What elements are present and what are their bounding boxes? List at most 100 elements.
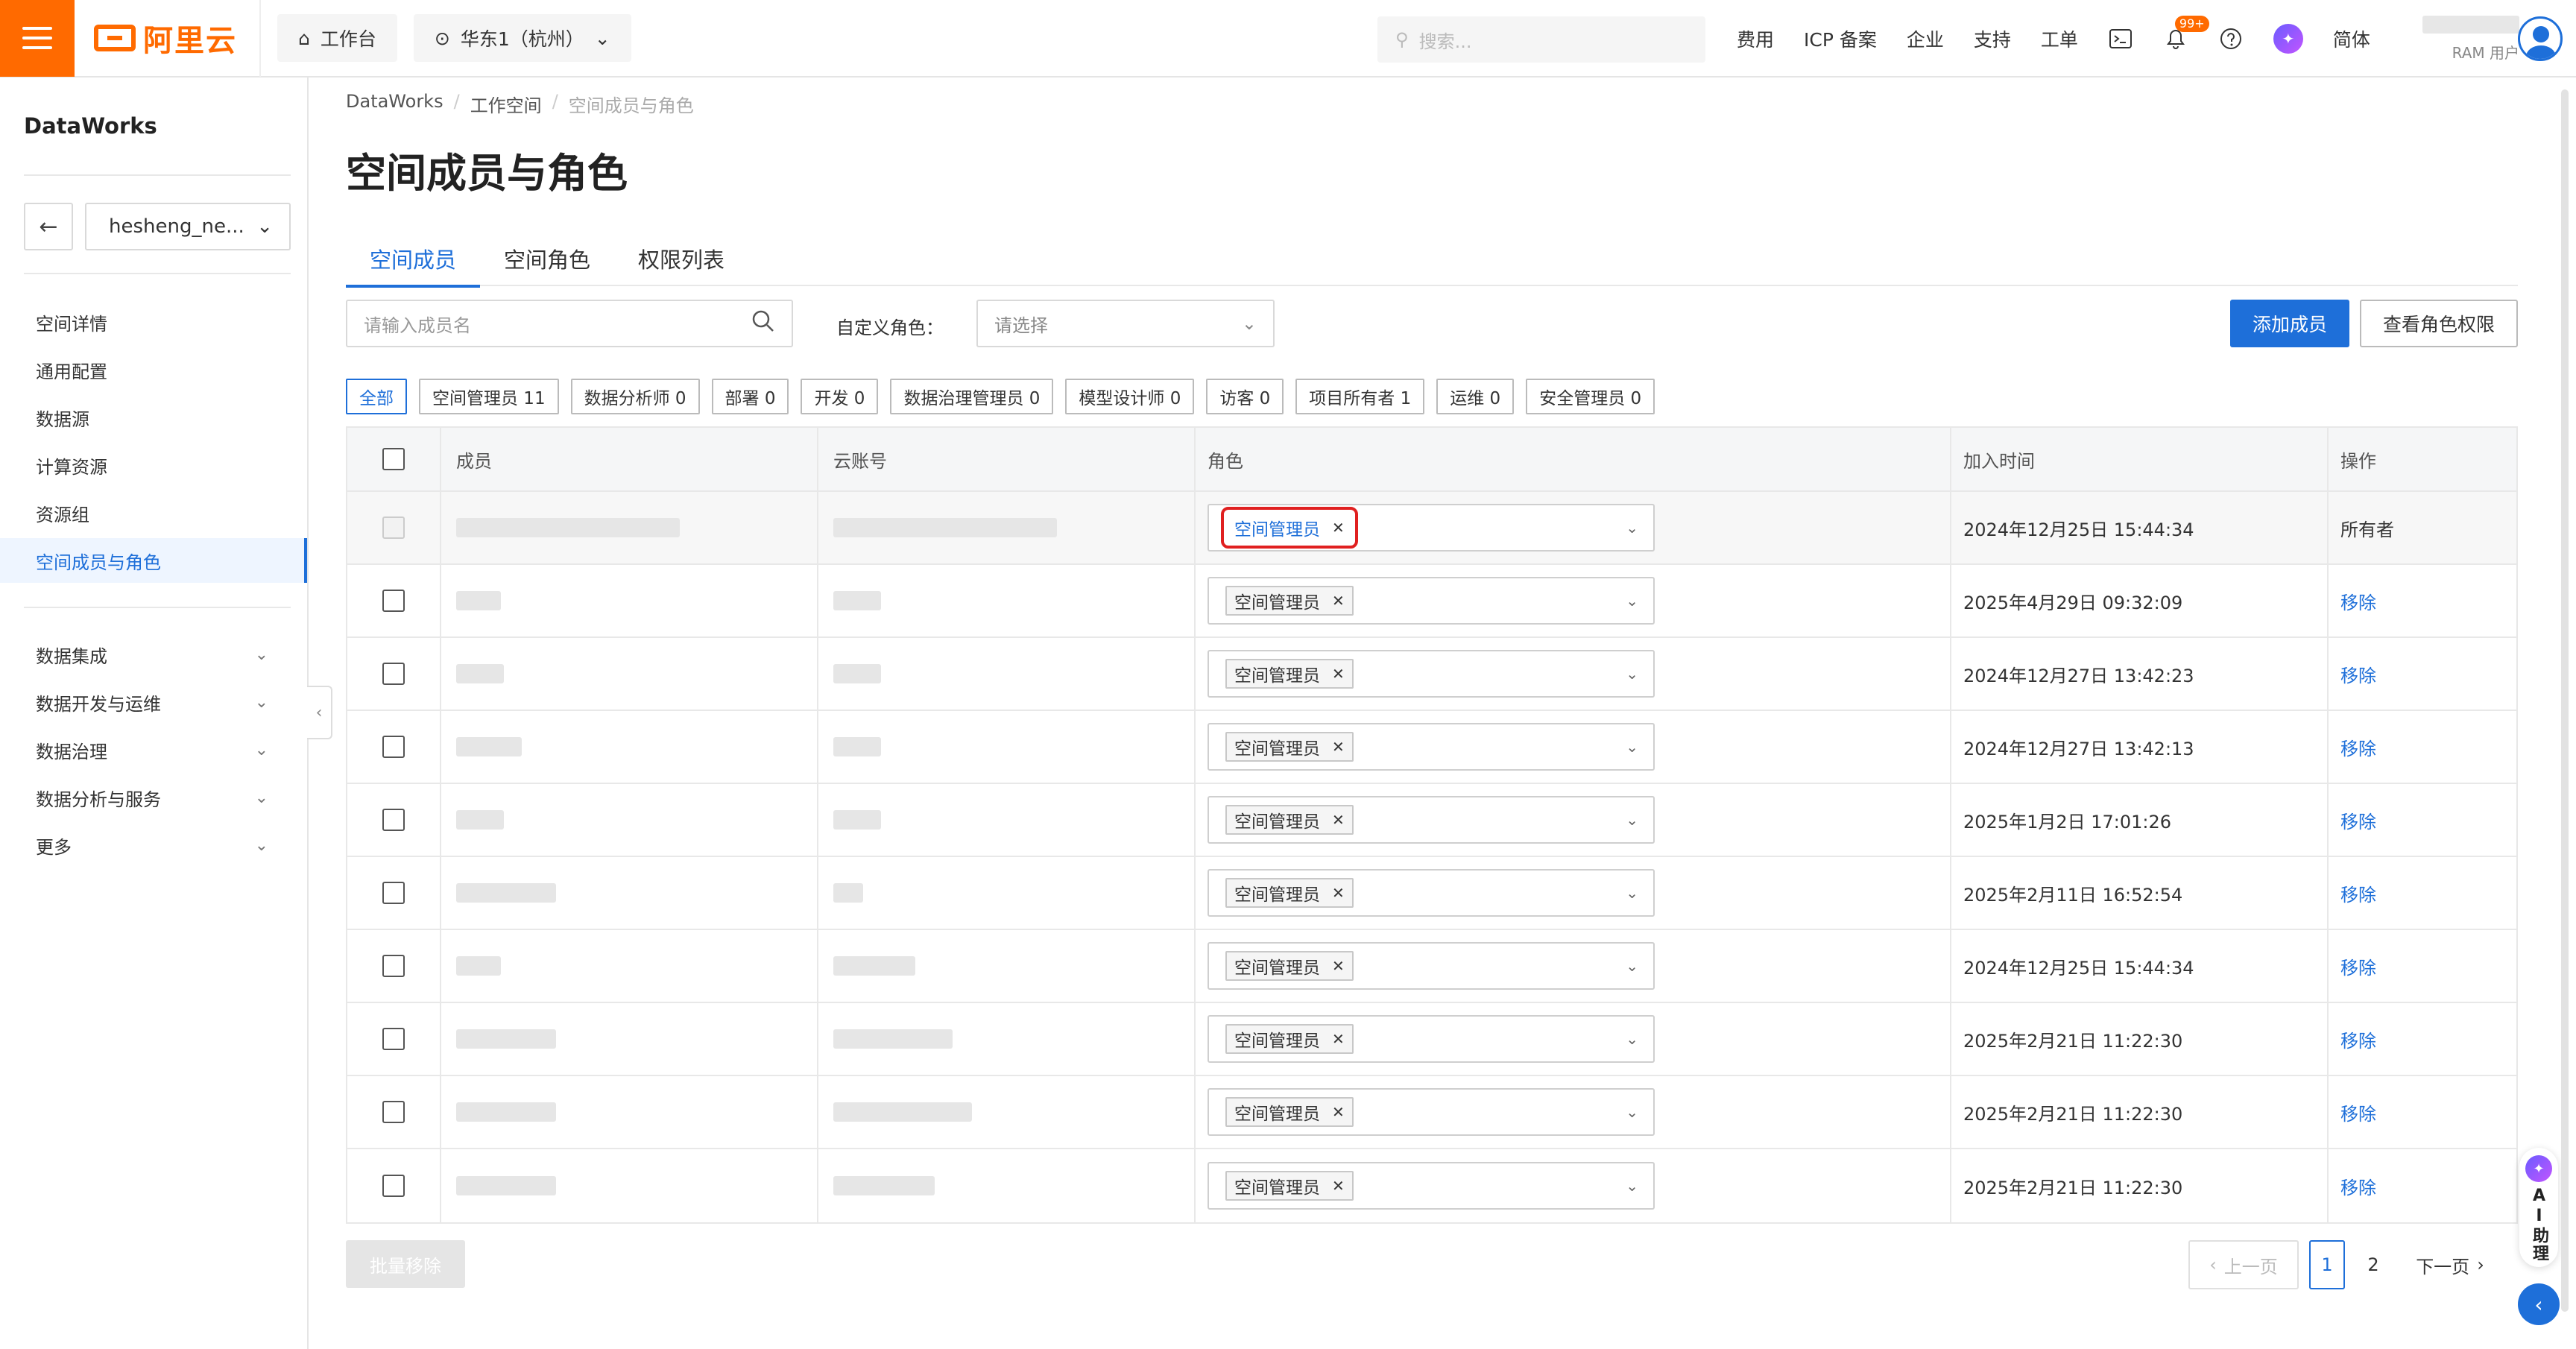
filter-model-designer[interactable]: 模型设计师 0 — [1065, 379, 1195, 414]
close-icon[interactable]: ✕ — [1332, 1177, 1345, 1195]
row-checkbox[interactable] — [382, 955, 405, 977]
back-arrow-button[interactable]: ← — [24, 203, 73, 250]
filter-developer[interactable]: 开发 0 — [801, 379, 879, 414]
sidebar-group-dev-ops[interactable]: 数据开发与运维 ⌄ — [0, 680, 307, 724]
close-icon[interactable]: ✕ — [1332, 592, 1345, 610]
role-select[interactable]: 空间管理员 ✕ ⌄ — [1208, 577, 1655, 625]
prev-page-button[interactable]: ‹ 上一页 — [2188, 1240, 2299, 1289]
top-link-icp[interactable]: ICP 备案 — [1804, 25, 1877, 52]
select-all-checkbox[interactable] — [382, 448, 405, 470]
role-tag[interactable]: 空间管理员 ✕ — [1225, 586, 1354, 616]
sidebar-group-governance[interactable]: 数据治理 ⌄ — [0, 727, 307, 772]
row-checkbox[interactable] — [382, 1028, 405, 1050]
terminal-icon[interactable] — [2108, 26, 2133, 51]
remove-link[interactable]: 移除 — [2340, 1026, 2376, 1052]
float-collapse-button[interactable]: ‹ — [2518, 1283, 2560, 1325]
role-tag[interactable]: 空间管理员 ✕ — [1225, 951, 1354, 981]
filter-space-admin[interactable]: 空间管理员 11 — [419, 379, 559, 414]
role-select[interactable]: 空间管理员 ✕ ⌄ — [1208, 650, 1655, 698]
sidebar-item-resource-group[interactable]: 资源组 — [0, 490, 307, 535]
filter-governance-admin[interactable]: 数据治理管理员 0 — [890, 379, 1054, 414]
row-checkbox[interactable] — [382, 809, 405, 831]
view-role-permissions-button[interactable]: 查看角色权限 — [2360, 300, 2518, 347]
bell-icon[interactable]: 99+ — [2163, 16, 2209, 51]
role-select[interactable]: 空间管理员 ✕ ⌄ — [1208, 723, 1655, 771]
breadcrumb-item[interactable]: DataWorks — [346, 91, 443, 117]
custom-role-select[interactable]: 请选择 ⌄ — [976, 300, 1275, 347]
top-link-ticket[interactable]: 工单 — [2041, 25, 2078, 52]
close-icon[interactable]: ✕ — [1332, 738, 1345, 756]
sidebar-group-analysis-service[interactable]: 数据分析与服务 ⌄ — [0, 775, 307, 820]
remove-link[interactable]: 移除 — [2340, 734, 2376, 760]
tab-members[interactable]: 空间成员 — [346, 231, 481, 288]
search-icon[interactable] — [751, 309, 775, 338]
page-scrollbar[interactable] — [2561, 89, 2569, 1312]
page-2-button[interactable]: 2 — [2355, 1240, 2391, 1289]
global-search-input[interactable]: ⚲ 搜索... — [1377, 16, 1705, 63]
role-tag[interactable]: 空间管理员 ✕ — [1225, 732, 1354, 762]
tab-permissions[interactable]: 权限列表 — [614, 231, 748, 286]
remove-link[interactable]: 移除 — [2340, 1173, 2376, 1199]
remove-link[interactable]: 移除 — [2340, 1099, 2376, 1125]
breadcrumb-item[interactable]: 工作空间 — [470, 91, 542, 117]
role-select[interactable]: 空间管理员 ✕ ⌄ — [1208, 942, 1655, 990]
role-select[interactable]: 空间管理员 ✕ ⌄ — [1208, 796, 1655, 844]
sidebar-item-compute-resources[interactable]: 计算资源 — [0, 443, 307, 487]
filter-all[interactable]: 全部 — [346, 379, 407, 414]
role-tag[interactable]: 空间管理员 ✕ — [1225, 659, 1354, 689]
region-selector[interactable]: ⊙ 华东1（杭州） ⌄ — [413, 14, 631, 62]
role-select[interactable]: 空间管理员 ✕ ⌄ — [1208, 869, 1655, 917]
sidebar-item-space-details[interactable]: 空间详情 — [0, 300, 307, 344]
remove-link[interactable]: 移除 — [2340, 588, 2376, 614]
sidebar-collapse-button[interactable]: ‹ — [307, 686, 332, 739]
remove-link[interactable]: 移除 — [2340, 807, 2376, 833]
filter-project-owner[interactable]: 项目所有者 1 — [1295, 379, 1425, 414]
close-icon[interactable]: ✕ — [1332, 957, 1345, 975]
sidebar-item-members-roles[interactable]: 空间成员与角色 — [0, 538, 307, 583]
role-tag[interactable]: 空间管理员 ✕ — [1225, 1171, 1354, 1201]
user-account[interactable]: RAM 用户 — [2385, 9, 2519, 69]
sidebar-group-more[interactable]: 更多 ⌄ — [0, 823, 307, 868]
row-checkbox[interactable] — [382, 663, 405, 685]
remove-link[interactable]: 移除 — [2340, 880, 2376, 906]
top-link-enterprise[interactable]: 企业 — [1907, 25, 1944, 52]
workbench-button[interactable]: ⌂ 工作台 — [277, 14, 397, 62]
role-select[interactable]: 空间管理员 ✕ ⌄ — [1208, 1015, 1655, 1063]
filter-deploy[interactable]: 部署 0 — [711, 379, 789, 414]
filter-data-analyst[interactable]: 数据分析师 0 — [570, 379, 700, 414]
close-icon[interactable]: ✕ — [1332, 665, 1345, 683]
avatar[interactable] — [2518, 16, 2563, 61]
batch-remove-button[interactable]: 批量移除 — [346, 1240, 465, 1288]
language-switch[interactable]: 简体 — [2333, 25, 2370, 52]
hamburger-menu-button[interactable] — [0, 0, 75, 77]
next-page-button[interactable]: 下一页 › — [2402, 1240, 2498, 1289]
close-icon[interactable]: ✕ — [1332, 811, 1345, 829]
help-icon[interactable] — [2218, 26, 2244, 51]
role-tag[interactable]: 空间管理员 ✕ — [1225, 878, 1354, 908]
sidebar-group-data-integration[interactable]: 数据集成 ⌄ — [0, 632, 307, 677]
role-tag[interactable]: 空间管理员 ✕ — [1225, 1097, 1354, 1127]
close-icon[interactable]: ✕ — [1332, 519, 1345, 537]
close-icon[interactable]: ✕ — [1332, 884, 1345, 902]
sidebar-item-datasource[interactable]: 数据源 — [0, 395, 307, 440]
close-icon[interactable]: ✕ — [1332, 1030, 1345, 1048]
filter-visitor[interactable]: 访客 0 — [1206, 379, 1284, 414]
page-1-button[interactable]: 1 — [2309, 1240, 2345, 1289]
close-icon[interactable]: ✕ — [1332, 1103, 1345, 1121]
remove-link[interactable]: 移除 — [2340, 661, 2376, 687]
ai-assistant-button[interactable]: ✦ AI助理 — [2519, 1148, 2558, 1267]
row-checkbox[interactable] — [382, 736, 405, 758]
aliyun-logo[interactable]: 阿里云 — [94, 16, 237, 60]
role-select[interactable]: 空间管理员 ✕ ⌄ — [1208, 504, 1655, 552]
row-checkbox[interactable] — [382, 590, 405, 612]
role-tag[interactable]: 空间管理员 ✕ — [1225, 805, 1354, 835]
remove-link[interactable]: 移除 — [2340, 953, 2376, 979]
sidebar-item-general-config[interactable]: 通用配置 — [0, 347, 307, 392]
filter-ops[interactable]: 运维 0 — [1436, 379, 1515, 414]
member-search-input[interactable]: 请输入成员名 — [346, 300, 793, 347]
top-link-support[interactable]: 支持 — [1974, 25, 2011, 52]
add-member-button[interactable]: 添加成员 — [2230, 300, 2349, 347]
row-checkbox[interactable] — [382, 1175, 405, 1197]
role-tag-highlighted[interactable]: 空间管理员 ✕ — [1221, 507, 1358, 549]
workspace-selector[interactable]: hesheng_ne... ⌄ — [85, 203, 291, 250]
